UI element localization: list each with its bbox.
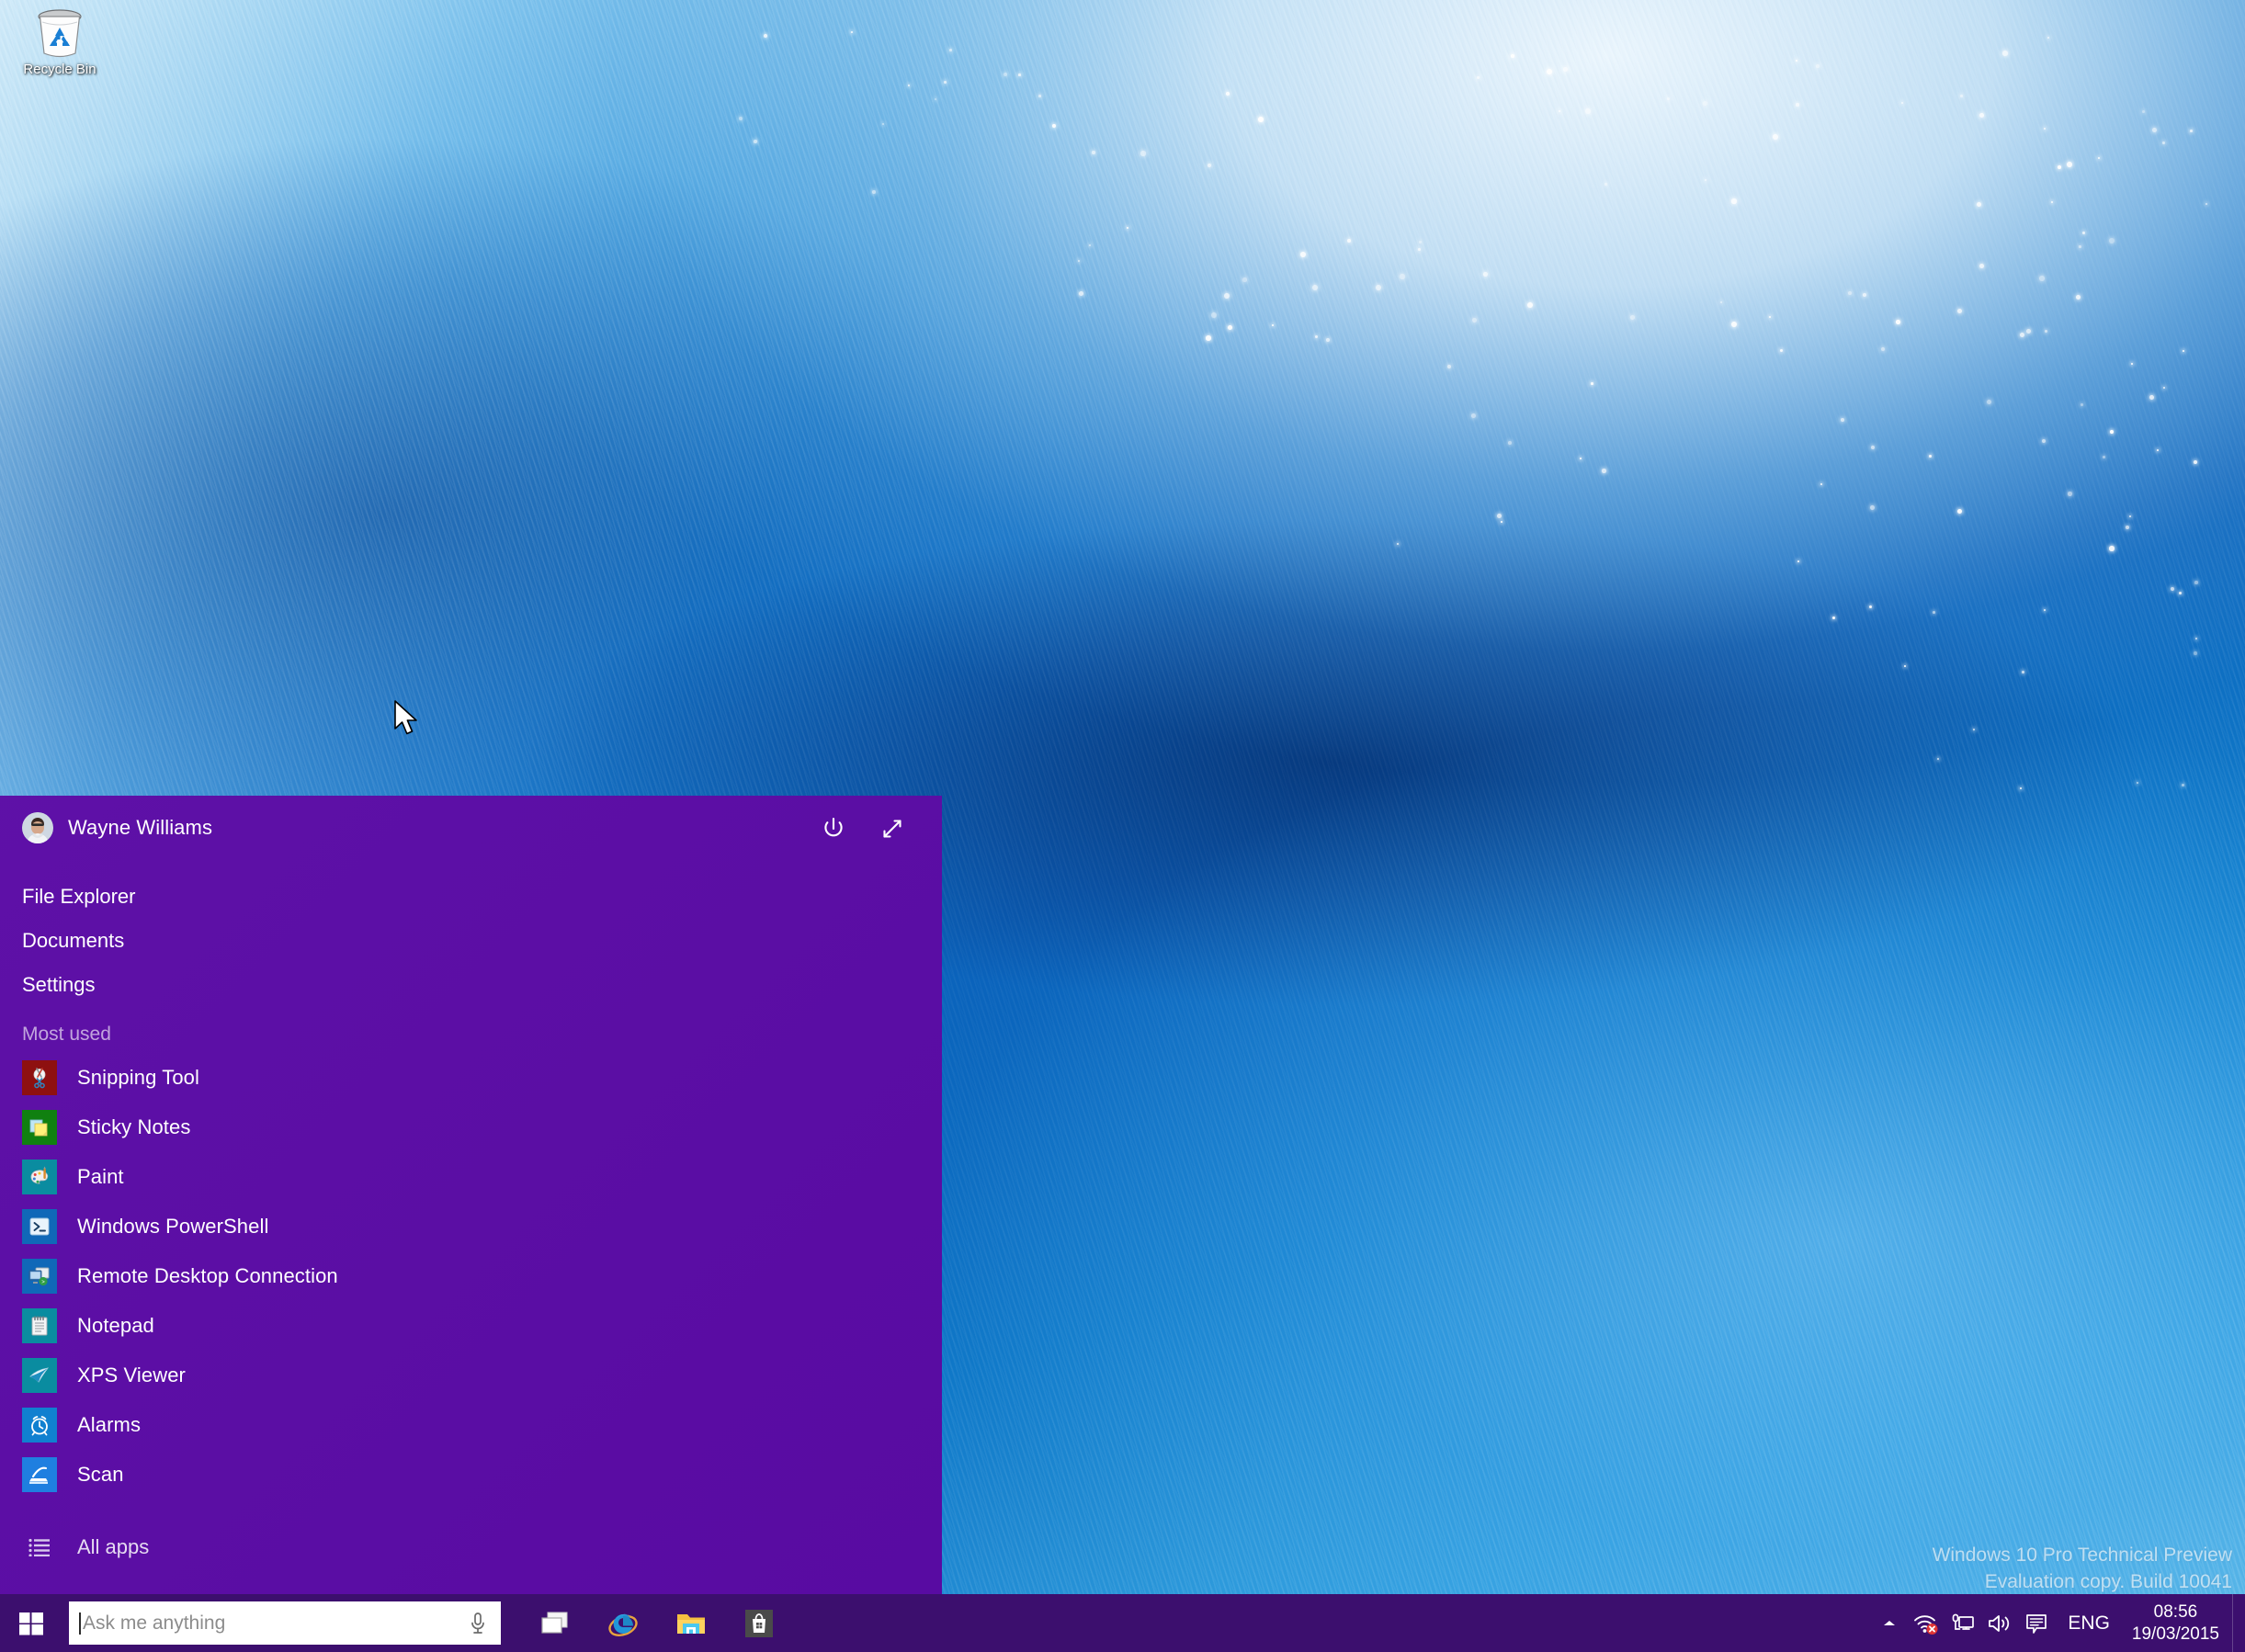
app-item-remote-desktop-connection[interactable]: > Remote Desktop Connection — [0, 1251, 942, 1301]
resize-button[interactable] — [872, 809, 913, 849]
start-menu-header: Wayne Williams — [0, 796, 942, 867]
user-name-label: Wayne Williams — [68, 816, 213, 839]
notepad-icon — [22, 1308, 57, 1343]
recycle-bin-icon — [38, 9, 82, 58]
start-menu-item-file-explorer[interactable]: File Explorer — [0, 875, 942, 919]
power-icon — [824, 817, 843, 837]
speech-bubble-icon — [2026, 1613, 2047, 1634]
tray-volume-button[interactable] — [1981, 1594, 2018, 1652]
start-menu-item-documents[interactable]: Documents — [0, 919, 942, 963]
remote-desktop-icon: > — [22, 1259, 57, 1294]
desktop-screen: Recycle Bin Windows 10 Pro Technical Pre… — [0, 0, 2245, 1652]
all-apps-button[interactable]: All apps — [0, 1522, 942, 1572]
app-label: Snipping Tool — [77, 1066, 199, 1089]
app-item-windows-powershell[interactable]: Windows PowerShell — [0, 1202, 942, 1251]
svg-text:>: > — [41, 1280, 45, 1285]
store-bag-icon — [745, 1609, 773, 1637]
scan-icon — [22, 1457, 57, 1492]
user-account-button[interactable]: Wayne Williams — [22, 812, 212, 843]
app-label: Remote Desktop Connection — [77, 1264, 338, 1287]
sticky-notes-icon — [22, 1110, 57, 1145]
place-label: Documents — [22, 929, 125, 952]
app-label: Notepad — [77, 1314, 154, 1337]
task-view-icon — [541, 1612, 568, 1634]
tray-display-button[interactable] — [1945, 1594, 1981, 1652]
search-placeholder: Ask me anything — [83, 1612, 226, 1634]
taskbar-button-file-explorer[interactable] — [657, 1594, 725, 1652]
evaluation-watermark: Windows 10 Pro Technical Preview Evaluat… — [1933, 1543, 2232, 1595]
watermark-line-1: Windows 10 Pro Technical Preview — [1932, 1545, 2232, 1567]
tray-language-label: ENG — [2068, 1612, 2110, 1634]
app-item-xps-viewer[interactable]: XPS Viewer — [0, 1351, 942, 1400]
windows-logo-icon — [19, 1612, 43, 1635]
app-label: Sticky Notes — [77, 1115, 191, 1138]
powershell-icon — [22, 1209, 57, 1244]
app-label: Scan — [77, 1463, 124, 1486]
taskbar-button-task-view[interactable] — [521, 1594, 589, 1652]
tray-show-hidden-icons-button[interactable] — [1871, 1594, 1908, 1652]
taskbar-pinned-apps — [521, 1594, 793, 1652]
taskbar: Ask me anything ENG 08:56 19/03/2015 — [0, 1594, 2245, 1652]
microphone-button[interactable] — [464, 1609, 492, 1638]
app-label: XPS Viewer — [77, 1363, 186, 1386]
start-menu-places-list: File Explorer Documents Settings — [0, 875, 942, 1007]
paint-icon — [22, 1160, 57, 1194]
system-tray: ENG 08:56 19/03/2015 — [1871, 1594, 2245, 1652]
place-label: File Explorer — [22, 885, 136, 908]
start-button[interactable] — [0, 1594, 62, 1652]
tray-language-button[interactable]: ENG — [2055, 1594, 2123, 1652]
monitor-icon — [1953, 1613, 1975, 1630]
app-label: Paint — [77, 1165, 124, 1188]
clock-time: 08:56 — [2153, 1602, 2198, 1623]
recycle-bin-label: Recycle Bin — [23, 62, 96, 77]
all-apps-label: All apps — [77, 1535, 150, 1558]
file-explorer-icon — [677, 1613, 705, 1634]
snipping-tool-icon — [22, 1060, 57, 1095]
taskbar-button-internet-explorer[interactable] — [589, 1594, 657, 1652]
watermark-line-2: Evaluation copy. Build 10041 — [1984, 1570, 2232, 1592]
start-menu[interactable]: Wayne Williams File Explorer Documents S… — [0, 796, 942, 1594]
tray-network-button[interactable] — [1908, 1594, 1945, 1652]
expand-arrows-icon — [883, 820, 901, 838]
chevron-up-icon — [1884, 1620, 1896, 1625]
hamburger-list-icon — [22, 1530, 57, 1565]
avatar — [22, 812, 53, 843]
start-menu-item-settings[interactable]: Settings — [0, 963, 942, 1007]
search-caret — [79, 1612, 81, 1635]
tray-action-center-button[interactable] — [2018, 1594, 2055, 1652]
clock-date: 19/03/2015 — [2131, 1624, 2219, 1644]
place-label: Settings — [22, 973, 96, 996]
search-input[interactable]: Ask me anything — [69, 1601, 501, 1645]
app-label: Windows PowerShell — [77, 1215, 269, 1238]
internet-explorer-icon — [608, 1613, 638, 1636]
app-label: Alarms — [77, 1413, 142, 1436]
alarms-icon — [22, 1408, 57, 1443]
taskbar-clock[interactable]: 08:56 19/03/2015 — [2123, 1594, 2232, 1652]
most-used-list: Snipping Tool Sticky Notes Paint Windows… — [0, 1053, 942, 1499]
xps-viewer-icon — [22, 1358, 57, 1393]
app-item-paint[interactable]: Paint — [0, 1152, 942, 1202]
app-item-scan[interactable]: Scan — [0, 1450, 942, 1499]
app-item-snipping-tool[interactable]: Snipping Tool — [0, 1053, 942, 1103]
app-item-notepad[interactable]: Notepad — [0, 1301, 942, 1351]
speaker-icon — [1989, 1614, 2010, 1632]
network-error-icon — [1914, 1614, 1938, 1635]
desktop-icon-recycle-bin[interactable]: Recycle Bin — [9, 7, 110, 78]
app-item-sticky-notes[interactable]: Sticky Notes — [0, 1103, 942, 1152]
power-button[interactable] — [813, 809, 854, 849]
taskbar-button-store[interactable] — [725, 1594, 793, 1652]
microphone-icon — [471, 1612, 484, 1634]
show-desktop-button[interactable] — [2232, 1594, 2241, 1652]
most-used-heading: Most used — [22, 1024, 111, 1045]
app-item-alarms[interactable]: Alarms — [0, 1400, 942, 1450]
